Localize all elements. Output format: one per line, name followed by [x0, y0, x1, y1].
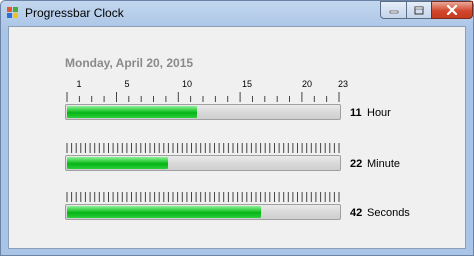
minute-progressbar [65, 155, 341, 171]
client-area: Monday, April 20, 2015 1 5 10 15 20 23 1… [8, 26, 466, 249]
title-bar[interactable]: Progressbar Clock [1, 1, 473, 27]
hour-unit: Hour [367, 107, 391, 119]
app-window: Progressbar Clock Monday, April 20, 2015… [0, 0, 474, 256]
maximize-button[interactable] [406, 1, 432, 19]
minute-tick-scale [66, 143, 340, 153]
second-unit: Seconds [367, 207, 410, 219]
minute-progress-fill [67, 157, 168, 169]
second-value: 42 [350, 207, 363, 219]
minute-value: 22 [350, 158, 363, 170]
app-icon [7, 7, 18, 18]
hour-progressbar [65, 104, 341, 120]
hour-scale-label: 1 [76, 79, 82, 89]
hour-value: 11 [350, 107, 362, 119]
second-tick-scale [66, 192, 340, 202]
hour-scale-label: 20 [301, 79, 313, 89]
hour-scale-label: 23 [337, 79, 349, 89]
minimize-button[interactable] [380, 1, 407, 19]
window-title: Progressbar Clock [25, 6, 124, 20]
minute-unit: Minute [367, 158, 401, 170]
hour-progress-fill [67, 106, 197, 118]
hour-scale-label: 15 [241, 79, 253, 89]
date-label: Monday, April 20, 2015 [65, 56, 194, 70]
close-button[interactable] [431, 1, 473, 19]
second-progress-fill [67, 206, 261, 218]
close-icon [446, 5, 458, 15]
maximize-icon [414, 6, 424, 14]
hour-tick-scale [66, 92, 340, 102]
hour-scale-label: 5 [124, 79, 130, 89]
minimize-icon [389, 10, 398, 14]
second-progressbar [65, 204, 341, 220]
hour-scale-label: 10 [181, 79, 193, 89]
